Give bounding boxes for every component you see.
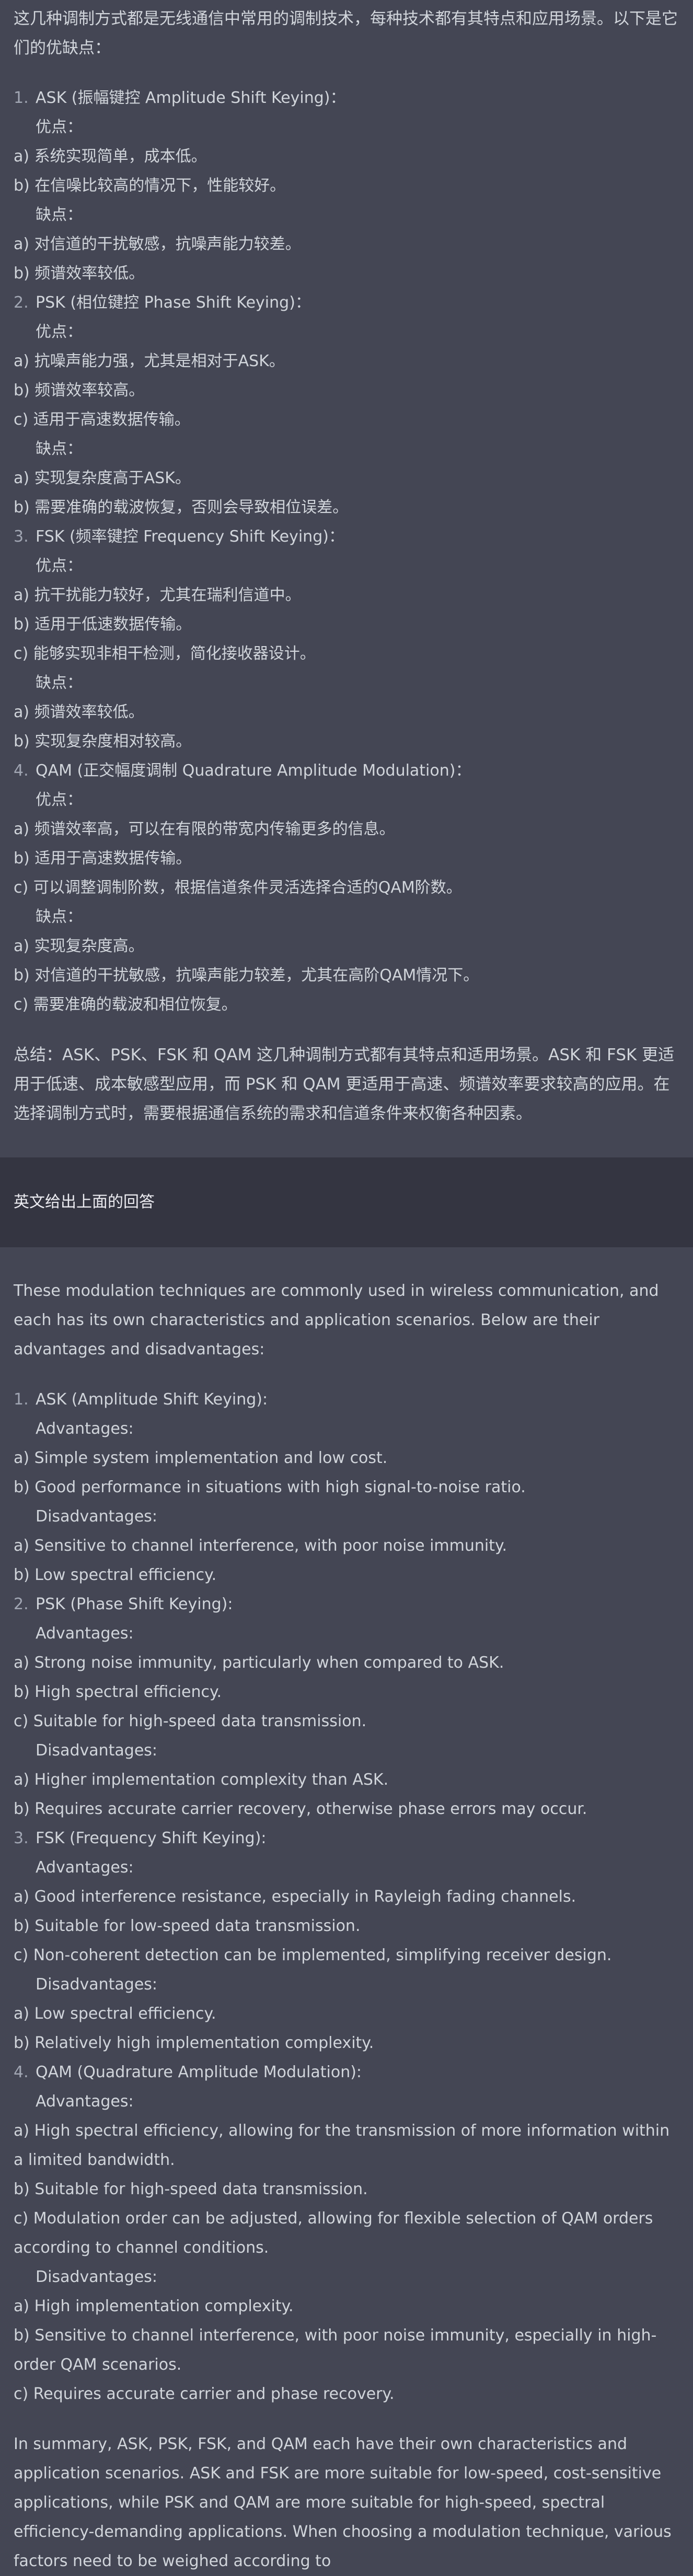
advantage-line: a) High spectral efficiency, allowing fo… (14, 2122, 670, 2169)
disadvantage-line: b) Low spectral efficiency. (14, 1566, 217, 1584)
disadvantage-line: a) 对信道的干扰敏感，抗噪声能力较差。 (14, 235, 301, 253)
disadvantage-line: a) Higher implementation complexity than… (14, 1771, 389, 1789)
disadvantage-line: b) Requires accurate carrier recovery, o… (14, 1800, 587, 1818)
item-title: FSK (频率键控 Frequency Shift Keying)： (36, 528, 344, 546)
item-number: 4. (14, 762, 29, 780)
intro-en: These modulation techniques are commonly… (14, 1282, 659, 1359)
list-item: 2. PSK (相位键控 Phase Shift Keying)： 优点： a)… (14, 288, 679, 522)
list-item: 4. QAM (Quadrature Amplitude Modulation)… (14, 2058, 679, 2409)
item-number: 2. (14, 1595, 29, 1613)
item-number: 4. (14, 2063, 29, 2081)
advantages-label: Advantages: (36, 1858, 134, 1877)
advantages-label: Advantages: (36, 1420, 134, 1438)
item-number: 1. (14, 89, 29, 107)
disadvantage-line: a) 实现复杂度高于ASK。 (14, 469, 191, 487)
disadvantage-line: a) High implementation complexity. (14, 2297, 294, 2315)
advantages-label: Advantages: (36, 1624, 134, 1643)
item-title: FSK (Frequency Shift Keying): (36, 1829, 267, 1847)
disadvantage-line: b) 需要准确的载波恢复，否则会导致相位误差。 (14, 498, 349, 517)
intro-zh: 这几种调制方式都是无线通信中常用的调制技术，每种技术都有其特点和应用场景。以下是… (14, 9, 678, 57)
advantage-line: c) Modulation order can be adjusted, all… (14, 2209, 653, 2257)
item-number: 3. (14, 1829, 29, 1847)
item-title: PSK (相位键控 Phase Shift Keying)： (36, 294, 311, 312)
user-message: 英文给出上面的回答 (0, 1157, 693, 1247)
disadvantages-label: Disadvantages: (36, 1975, 158, 1994)
disadvantages-label: 缺点： (36, 674, 83, 692)
disadvantages-label: 缺点： (36, 908, 83, 926)
item-number: 1. (14, 1390, 29, 1409)
advantage-line: c) 可以调整调制阶数，根据信道条件灵活选择合适的QAM阶数。 (14, 879, 462, 897)
advantage-line: b) 适用于高速数据传输。 (14, 849, 192, 868)
advantage-line: b) High spectral efficiency. (14, 1683, 222, 1701)
advantage-line: b) 适用于低速数据传输。 (14, 615, 192, 634)
advantage-line: b) 在信噪比较高的情况下，性能较好。 (14, 177, 286, 195)
disadvantage-line: b) 对信道的干扰敏感，抗噪声能力较差，尤其在高阶QAM情况下。 (14, 966, 479, 985)
list-item: 3. FSK (频率键控 Frequency Shift Keying)： 优点… (14, 522, 679, 756)
list-item: 4. QAM (正交幅度调制 Quadrature Amplitude Modu… (14, 756, 679, 1020)
advantage-line: b) Suitable for high-speed data transmis… (14, 2180, 368, 2198)
item-number: 3. (14, 528, 29, 546)
advantage-line: a) 频谱效率高，可以在有限的带宽内传输更多的信息。 (14, 820, 395, 838)
disadvantages-label: 缺点： (36, 206, 83, 224)
advantage-line: c) Non-coherent detection can be impleme… (14, 1946, 612, 1964)
advantage-line: a) Strong noise immunity, particularly w… (14, 1654, 504, 1672)
list-item: 1. ASK (Amplitude Shift Keying): Advanta… (14, 1385, 679, 1590)
advantage-line: b) Good performance in situations with h… (14, 1478, 526, 1496)
advantage-line: a) 抗噪声能力强，尤其是相对于ASK。 (14, 352, 285, 370)
advantage-line: a) 抗干扰能力较好，尤其在瑞利信道中。 (14, 586, 301, 604)
disadvantage-line: b) 实现复杂度相对较高。 (14, 732, 192, 751)
disadvantage-line: a) 实现复杂度高。 (14, 937, 144, 955)
advantage-line: b) 频谱效率较高。 (14, 381, 145, 400)
disadvantage-line: a) Sensitive to channel interference, wi… (14, 1537, 507, 1555)
list-item: 2. PSK (Phase Shift Keying): Advantages:… (14, 1590, 679, 1824)
item-title: QAM (正交幅度调制 Quadrature Amplitude Modulat… (36, 762, 471, 780)
disadvantage-line: b) 频谱效率较低。 (14, 264, 145, 283)
advantages-label: 优点： (36, 791, 83, 809)
advantages-label: 优点： (36, 557, 83, 575)
disadvantages-label: Disadvantages: (36, 1507, 158, 1526)
item-title: ASK (Amplitude Shift Keying): (36, 1390, 268, 1409)
user-message-text: 英文给出上面的回答 (14, 1193, 155, 1211)
disadvantage-line: c) Requires accurate carrier and phase r… (14, 2385, 395, 2403)
item-title: ASK (振幅键控 Amplitude Shift Keying)： (36, 89, 346, 107)
disadvantage-line: b) Relatively high implementation comple… (14, 2034, 374, 2052)
advantage-line: b) Suitable for low-speed data transmiss… (14, 1917, 361, 1935)
item-title: PSK (Phase Shift Keying): (36, 1595, 233, 1613)
advantage-line: a) 系统实现简单，成本低。 (14, 147, 207, 166)
assistant-message-en: These modulation techniques are commonly… (0, 1247, 693, 2576)
summary-zh: 总结：ASK、PSK、FSK 和 QAM 这几种调制方式都有其特点和适用场景。A… (14, 1046, 675, 1123)
disadvantage-line: c) 需要准确的载波和相位恢复。 (14, 996, 237, 1014)
disadvantage-line: a) 频谱效率较低。 (14, 703, 144, 721)
modulation-list-zh: 1. ASK (振幅键控 Amplitude Shift Keying)： 优点… (14, 84, 679, 1020)
advantage-line: a) Simple system implementation and low … (14, 1449, 388, 1467)
advantage-line: c) 能够实现非相干检测，简化接收器设计。 (14, 645, 316, 663)
advantage-line: c) Suitable for high-speed data transmis… (14, 1712, 367, 1730)
advantages-label: 优点： (36, 323, 83, 341)
advantages-label: 优点： (36, 118, 83, 136)
list-item: 1. ASK (振幅键控 Amplitude Shift Keying)： 优点… (14, 84, 679, 288)
disadvantages-label: 缺点： (36, 440, 83, 458)
item-number: 2. (14, 294, 29, 312)
disadvantage-line: b) Sensitive to channel interference, wi… (14, 2326, 657, 2374)
disadvantages-label: Disadvantages: (36, 2268, 158, 2286)
assistant-message-zh: 这几种调制方式都是无线通信中常用的调制技术，每种技术都有其特点和应用场景。以下是… (0, 0, 693, 1157)
modulation-list-en: 1. ASK (Amplitude Shift Keying): Advanta… (14, 1385, 679, 2409)
summary-en: In summary, ASK, PSK, FSK, and QAM each … (14, 2435, 672, 2570)
item-title: QAM (Quadrature Amplitude Modulation): (36, 2063, 362, 2081)
advantage-line: c) 适用于高速数据传输。 (14, 411, 190, 429)
advantages-label: Advantages: (36, 2092, 134, 2111)
advantage-line: a) Good interference resistance, especia… (14, 1888, 576, 1906)
disadvantage-line: a) Low spectral efficiency. (14, 2005, 216, 2023)
list-item: 3. FSK (Frequency Shift Keying): Advanta… (14, 1824, 679, 2058)
disadvantages-label: Disadvantages: (36, 1741, 158, 1760)
